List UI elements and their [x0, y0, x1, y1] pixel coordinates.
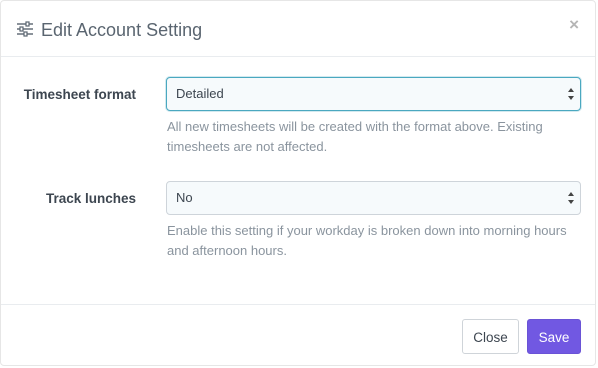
timesheet-format-select[interactable]: Detailed [166, 77, 581, 111]
select-arrows-icon [568, 88, 574, 100]
track-lunches-label: Track lunches [45, 191, 136, 206]
timesheet-format-value: Detailed [176, 86, 224, 101]
track-lunches-help: Enable this setting if your workday is b… [167, 223, 567, 258]
timesheet-format-help: All new timesheets will be created with … [167, 119, 543, 154]
track-lunches-select[interactable]: No [166, 181, 581, 215]
modal-title: Edit Account Setting [41, 20, 203, 40]
modal-header: Edit Account Setting × [1, 1, 595, 57]
save-button[interactable]: Save [527, 319, 581, 354]
edit-account-setting-modal: Edit Account Setting × Timesheet format … [0, 0, 596, 366]
timesheet-format-label: Timesheet format [23, 87, 136, 102]
modal-body: Timesheet format Detailed All new timesh… [1, 57, 595, 305]
modal-footer: Close Save [1, 305, 595, 365]
close-icon[interactable]: × [569, 15, 579, 35]
close-button[interactable]: Close [462, 319, 519, 354]
sliders-icon [17, 21, 33, 37]
select-arrows-icon [568, 192, 574, 204]
track-lunches-value: No [176, 190, 193, 205]
